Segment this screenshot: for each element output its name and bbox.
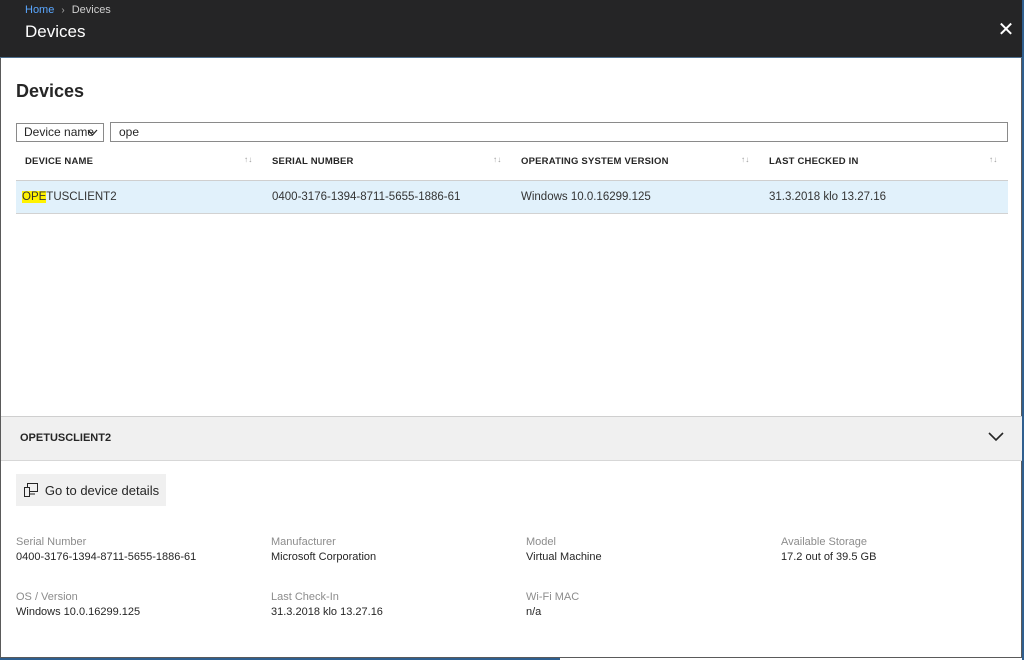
- field-label: Last Check-In: [271, 591, 339, 603]
- device-name-rest: TUSCLIENT2: [46, 191, 117, 203]
- search-highlight: OPE: [22, 191, 47, 203]
- breadcrumb-separator: ›: [61, 5, 65, 16]
- field-value: 0400-3176-1394-8711-5655-1886-61: [16, 551, 197, 563]
- last-checkin-field: Last Check-In 31.3.2018 klo 13.27.16: [271, 590, 383, 620]
- field-value: n/a: [526, 606, 542, 618]
- column-label: LAST CHECKED IN: [769, 156, 859, 167]
- wifi-mac-field: Wi-Fi MAC n/a: [526, 590, 579, 620]
- model-field: Model Virtual Machine: [526, 535, 602, 565]
- field-value: Microsoft Corporation: [271, 551, 377, 563]
- column-header-last-checked-in[interactable]: LAST CHECKED IN ↑↓: [769, 150, 1001, 180]
- device-name-cell: OPETUSCLIENT2: [22, 181, 117, 213]
- filter-field-label: Device name: [24, 125, 95, 139]
- field-value: 31.3.2018 klo 13.27.16: [271, 606, 383, 618]
- serial-number-cell: 0400-3176-1394-8711-5655-1886-61: [272, 191, 461, 203]
- field-label: OS / Version: [16, 591, 78, 603]
- field-label: Wi-Fi MAC: [526, 591, 580, 603]
- page-title: Devices: [16, 81, 85, 101]
- search-input[interactable]: ope: [110, 122, 1008, 142]
- column-header-serial-number[interactable]: SERIAL NUMBER ↑↓: [272, 150, 502, 180]
- details-device-name: OPETUSCLIENT2: [20, 432, 112, 444]
- os-version-cell: Windows 10.0.16299.125: [521, 191, 651, 203]
- field-label: Available Storage: [781, 536, 868, 548]
- blade-header: Home › Devices Devices ✕: [0, 0, 1022, 58]
- serial-number-field: Serial Number 0400-3176-1394-8711-5655-1…: [16, 535, 196, 565]
- go-to-device-details-label: Go to device details: [44, 483, 160, 498]
- table-header: DEVICE NAME ↑↓ SERIAL NUMBER ↑↓ OPERATIN…: [16, 150, 1008, 181]
- column-header-device-name[interactable]: DEVICE NAME ↑↓: [25, 150, 255, 180]
- table-row[interactable]: OPETUSCLIENT2 0400-3176-1394-8711-5655-1…: [16, 181, 1008, 214]
- breadcrumb-home-link[interactable]: Home: [25, 4, 54, 16]
- blade-title: Devices: [25, 22, 86, 41]
- breadcrumb: Home › Devices: [25, 3, 111, 18]
- chevron-down-icon: [87, 129, 98, 136]
- header-divider: [0, 57, 1022, 58]
- available-storage-field: Available Storage 17.2 out of 39.5 GB: [781, 535, 876, 565]
- sort-icon[interactable]: ↑↓: [741, 150, 749, 170]
- field-value: 17.2 out of 39.5 GB: [781, 551, 877, 563]
- go-to-device-details-button[interactable]: Go to device details: [16, 474, 166, 506]
- device-icon: [24, 483, 38, 497]
- column-label: OPERATING SYSTEM VERSION: [521, 156, 669, 167]
- filter-field-dropdown[interactable]: Device name: [16, 123, 104, 142]
- column-label: DEVICE NAME: [25, 156, 94, 167]
- chevron-down-icon[interactable]: [988, 430, 1004, 444]
- column-label: SERIAL NUMBER: [272, 156, 354, 167]
- details-panel-header[interactable]: OPETUSCLIENT2: [1, 416, 1022, 461]
- field-label: Model: [526, 536, 556, 548]
- column-header-os-version[interactable]: OPERATING SYSTEM VERSION ↑↓: [521, 150, 753, 180]
- last-checked-cell: 31.3.2018 klo 13.27.16: [769, 191, 887, 203]
- field-label: Serial Number: [16, 536, 87, 548]
- field-value: Virtual Machine: [526, 551, 602, 563]
- os-version-field: OS / Version Windows 10.0.16299.125: [16, 590, 140, 620]
- field-label: Manufacturer: [271, 536, 336, 548]
- sort-icon[interactable]: ↑↓: [989, 150, 997, 170]
- breadcrumb-current: Devices: [71, 4, 111, 16]
- sort-icon[interactable]: ↑↓: [244, 150, 252, 170]
- manufacturer-field: Manufacturer Microsoft Corporation: [271, 535, 376, 565]
- close-icon[interactable]: ✕: [996, 20, 1016, 40]
- sort-icon[interactable]: ↑↓: [493, 150, 501, 170]
- field-value: Windows 10.0.16299.125: [16, 606, 141, 618]
